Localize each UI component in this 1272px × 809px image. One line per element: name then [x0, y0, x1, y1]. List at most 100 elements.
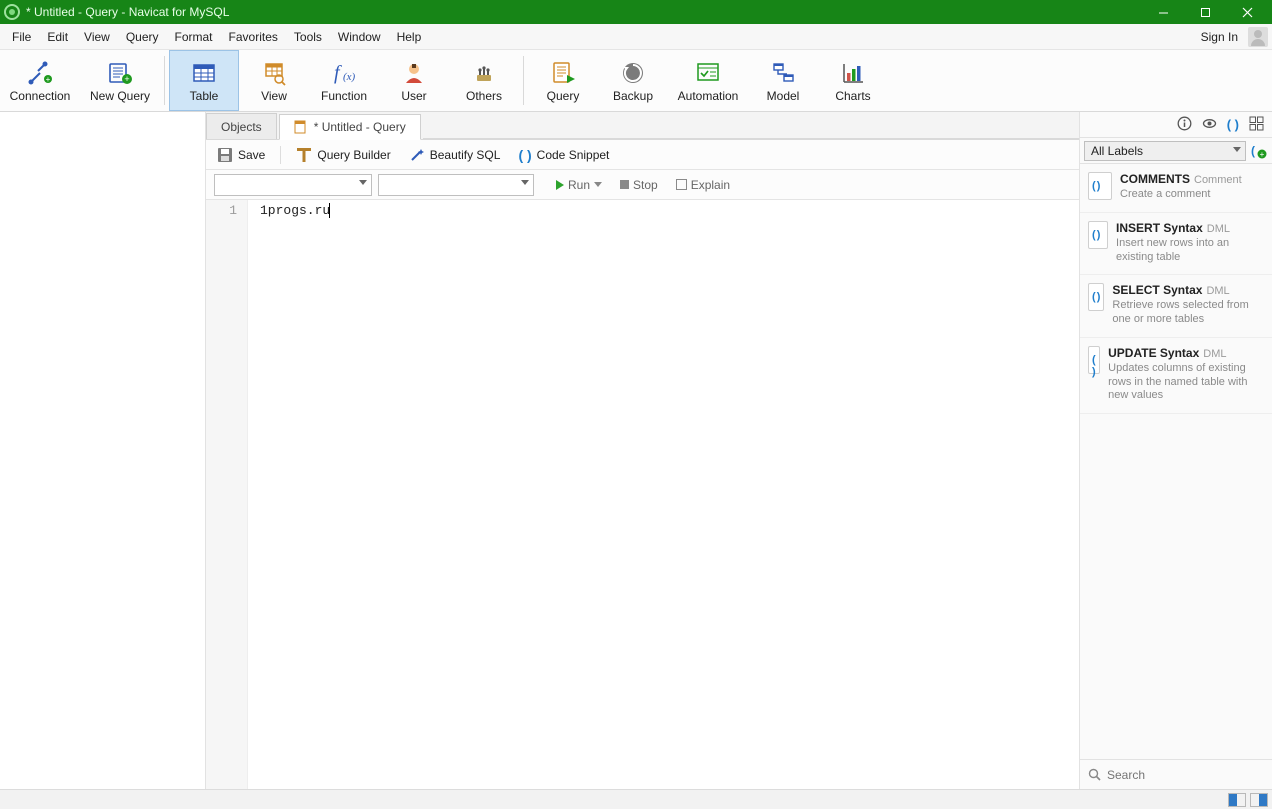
maximize-button[interactable]	[1184, 0, 1226, 24]
window-title: * Untitled - Query - Navicat for MySQL	[26, 5, 1142, 19]
svg-text:(: (	[1251, 144, 1255, 158]
stop-button[interactable]: Stop	[614, 176, 664, 194]
explain-button[interactable]: Explain	[670, 176, 736, 194]
text-caret	[329, 203, 330, 218]
toolbar-connection[interactable]: + Connection	[0, 50, 80, 111]
svg-text:f: f	[334, 62, 342, 84]
menu-tools[interactable]: Tools	[286, 26, 330, 48]
snippet-file-icon	[1088, 172, 1112, 200]
toolbar-others[interactable]: Others	[449, 50, 519, 111]
minimize-button[interactable]	[1142, 0, 1184, 24]
menu-query[interactable]: Query	[118, 26, 167, 48]
labels-combo-value: All Labels	[1091, 144, 1143, 158]
snippet-sub: Comment	[1194, 174, 1242, 186]
snippet-search[interactable]	[1080, 759, 1272, 789]
add-snippet-icon[interactable]: (+	[1250, 142, 1268, 160]
run-toolbar: Run Stop Explain	[206, 170, 1079, 200]
toolbar-model[interactable]: Model	[748, 50, 818, 111]
code-snippet-button[interactable]: ( ) Code Snippet	[515, 144, 612, 166]
snippet-desc: Updates columns of existing rows in the …	[1108, 362, 1264, 403]
info-icon[interactable]	[1177, 116, 1192, 134]
snippet-item[interactable]: SELECT SyntaxDML Retrieve rows selected …	[1080, 275, 1272, 338]
snippet-sub: DML	[1207, 223, 1230, 235]
snippet-item[interactable]: COMMENTSComment Create a comment	[1080, 164, 1272, 213]
code-text: 1progs.ru	[260, 203, 330, 218]
avatar-icon[interactable]	[1248, 27, 1268, 47]
layout-toggle-right[interactable]	[1250, 793, 1268, 807]
sparkle-icon	[409, 147, 425, 163]
run-button[interactable]: Run	[550, 176, 608, 194]
statusbar	[0, 789, 1272, 809]
toolbar-function-label: Function	[321, 89, 367, 103]
labels-combo[interactable]: All Labels	[1084, 141, 1246, 161]
toolbar-new-query-label: New Query	[90, 89, 150, 103]
toolbar-query[interactable]: Query	[528, 50, 598, 111]
snippet-file-icon	[1088, 346, 1100, 374]
toolbar-automation-label: Automation	[678, 89, 739, 103]
grid-icon[interactable]	[1249, 116, 1264, 134]
eye-icon[interactable]	[1202, 116, 1217, 134]
sign-in-link[interactable]: Sign In	[1195, 26, 1244, 48]
tab-untitled-query[interactable]: * Untitled - Query	[279, 114, 421, 140]
save-button[interactable]: Save	[214, 144, 268, 166]
snippet-desc: Retrieve rows selected from one or more …	[1112, 299, 1264, 327]
parens-icon: ( )	[518, 147, 531, 163]
beautify-sql-button[interactable]: Beautify SQL	[406, 144, 504, 166]
menu-window[interactable]: Window	[330, 26, 389, 48]
toolbar-charts[interactable]: Charts	[818, 50, 888, 111]
sql-editor[interactable]: 1 1progs.ru	[206, 200, 1079, 789]
layout-toggle-left[interactable]	[1228, 793, 1246, 807]
menu-view[interactable]: View	[76, 26, 118, 48]
snippet-sub: DML	[1203, 348, 1226, 360]
snippet-desc: Insert new rows into an existing table	[1116, 237, 1264, 265]
snippet-file-icon	[1088, 283, 1104, 311]
toolbar-others-label: Others	[466, 89, 502, 103]
toolbar-automation[interactable]: Automation	[668, 50, 748, 111]
app-icon	[4, 4, 20, 20]
toolbar-backup-label: Backup	[613, 89, 653, 103]
toolbar-backup[interactable]: Backup	[598, 50, 668, 111]
svg-text:+: +	[46, 75, 51, 84]
menu-edit[interactable]: Edit	[39, 26, 76, 48]
toolbar-function[interactable]: f(x) Function	[309, 50, 379, 111]
snippet-title: INSERT Syntax	[1116, 221, 1203, 235]
query-toolbar: Save Query Builder Beautify SQL ( ) Code…	[206, 140, 1079, 170]
toolbar-table[interactable]: Table	[169, 50, 239, 111]
menu-format[interactable]: Format	[167, 26, 221, 48]
svg-text:+: +	[124, 74, 129, 84]
parens-toggle-icon[interactable]: ( )	[1227, 117, 1239, 132]
search-icon	[1088, 768, 1101, 781]
snippet-item[interactable]: UPDATE SyntaxDML Updates columns of exis…	[1080, 338, 1272, 414]
save-label: Save	[238, 148, 265, 162]
menu-help[interactable]: Help	[389, 26, 430, 48]
connection-combo[interactable]	[214, 174, 372, 196]
titlebar: * Untitled - Query - Navicat for MySQL	[0, 0, 1272, 24]
close-button[interactable]	[1226, 0, 1268, 24]
code-area[interactable]: 1progs.ru	[248, 200, 1079, 789]
panel-view-switcher: ( )	[1080, 112, 1272, 138]
main-body: Objects * Untitled - Query Save Query Bu…	[0, 112, 1272, 789]
search-input[interactable]	[1107, 768, 1264, 782]
window-controls	[1142, 0, 1268, 24]
connections-panel	[0, 112, 206, 789]
database-combo[interactable]	[378, 174, 534, 196]
toolbar-view-label: View	[261, 89, 287, 103]
snippet-item[interactable]: INSERT Syntax DML Insert new rows into an…	[1080, 213, 1272, 276]
save-icon	[217, 147, 233, 163]
menu-file[interactable]: File	[4, 26, 39, 48]
snippet-list: COMMENTSComment Create a comment INSERT …	[1080, 164, 1272, 759]
center-panel: Objects * Untitled - Query Save Query Bu…	[206, 112, 1080, 789]
toolbar-charts-label: Charts	[835, 89, 870, 103]
toolbar-view[interactable]: View	[239, 50, 309, 111]
snippet-file-icon	[1088, 221, 1108, 249]
toolbar-user[interactable]: User	[379, 50, 449, 111]
menu-favorites[interactable]: Favorites	[221, 26, 286, 48]
toolbar-new-query[interactable]: + New Query	[80, 50, 160, 111]
stop-icon	[620, 180, 629, 189]
tab-objects[interactable]: Objects	[206, 113, 277, 139]
tabstrip: Objects * Untitled - Query	[206, 112, 1079, 140]
chevron-down-icon	[594, 182, 602, 187]
toolbar-table-label: Table	[190, 89, 219, 103]
play-icon	[556, 180, 564, 190]
query-builder-button[interactable]: Query Builder	[293, 144, 393, 166]
